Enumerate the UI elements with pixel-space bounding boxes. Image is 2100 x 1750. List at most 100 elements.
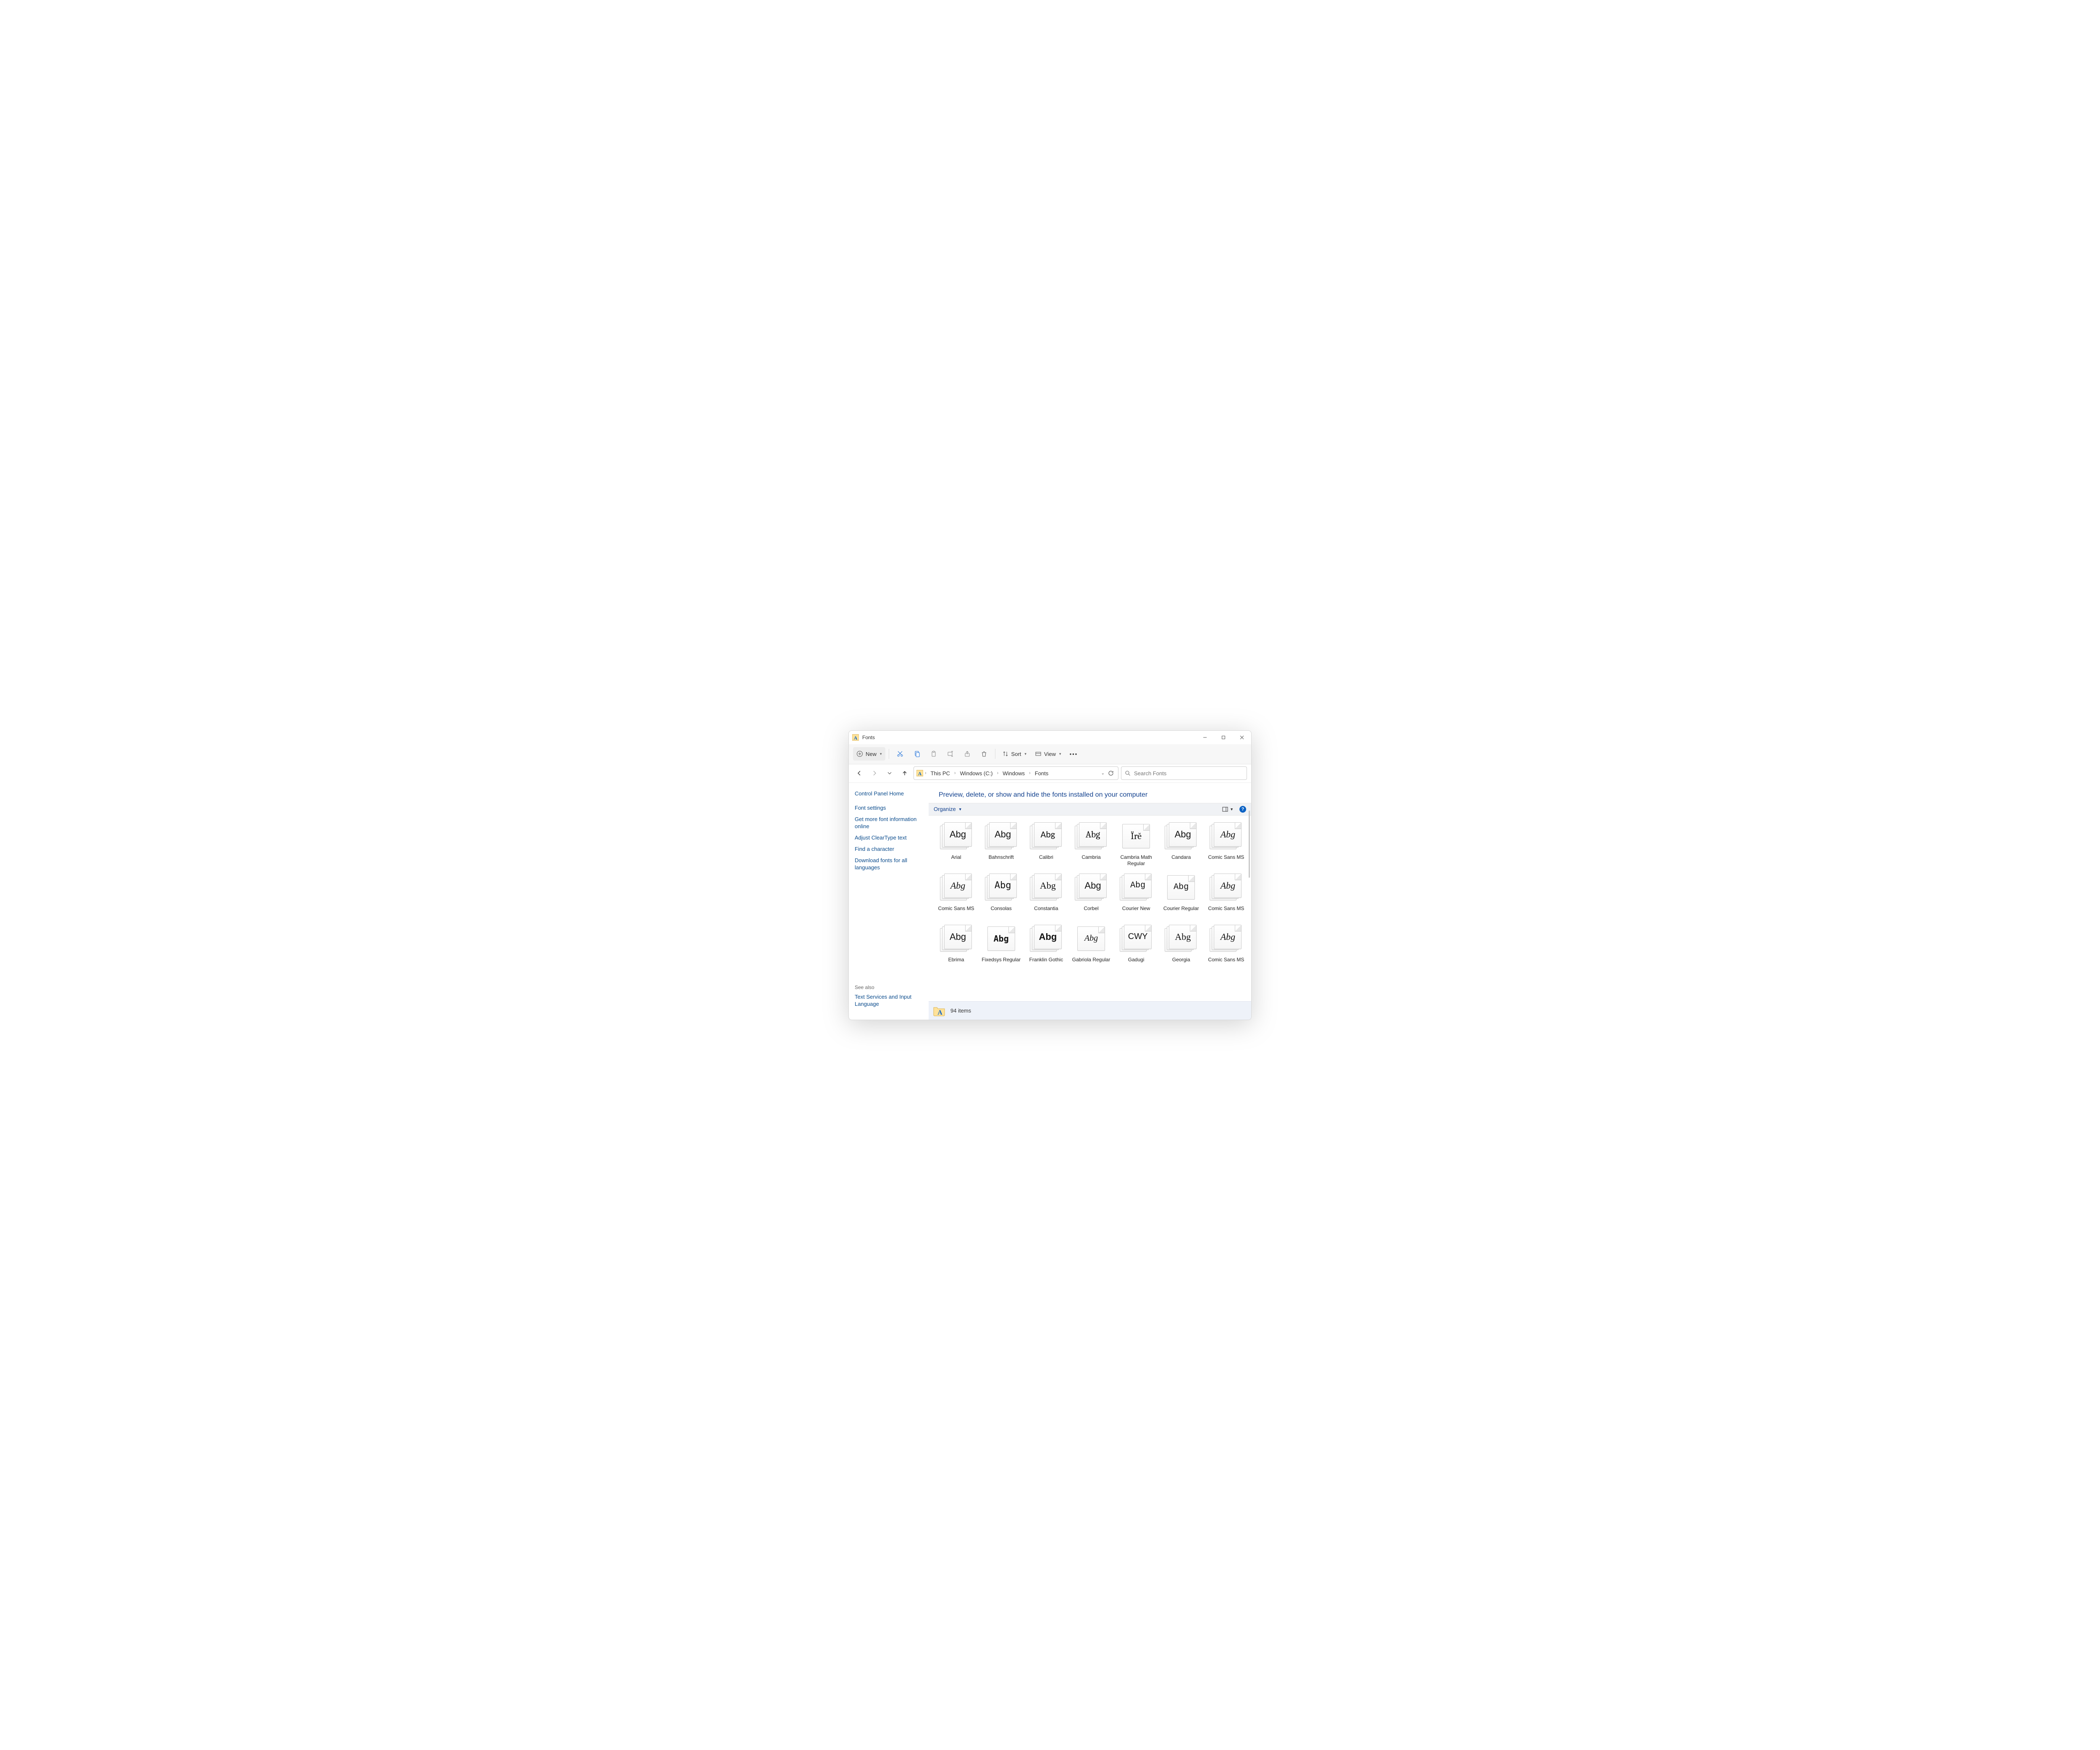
see-also-heading: See also [855, 984, 923, 990]
font-item[interactable]: AbgBahnschrift [979, 821, 1023, 868]
chevron-down-icon[interactable]: ⌄ [1101, 771, 1105, 776]
font-grid-scroll[interactable]: AbgArialAbgBahnschriftAbgCalibriAbgCambr… [929, 816, 1251, 1001]
share-button[interactable] [960, 747, 975, 761]
font-item[interactable]: AbgCambria [1069, 821, 1113, 868]
font-item[interactable]: AbgGabriola Regular [1069, 923, 1113, 971]
close-button[interactable] [1233, 731, 1251, 744]
refresh-icon[interactable] [1108, 770, 1114, 776]
font-name-label: Courier New [1116, 905, 1156, 918]
font-item[interactable]: AbgConstantia [1024, 872, 1068, 920]
window-title: Fonts [862, 735, 875, 740]
sidebar-link[interactable]: Font settings [855, 805, 923, 812]
font-sample: Abg [1130, 881, 1145, 890]
sort-button[interactable]: Sort ▾ [999, 747, 1030, 761]
font-sample: Abg [1084, 880, 1101, 891]
organize-button[interactable]: Organize ▼ [934, 806, 962, 812]
breadcrumb-segment[interactable]: This PC [928, 769, 953, 778]
font-item[interactable]: Abg Corbel [1069, 872, 1113, 920]
recent-locations-button[interactable] [883, 767, 896, 779]
delete-button[interactable] [976, 747, 992, 761]
font-file-icon: Abg [985, 874, 1018, 904]
up-button[interactable] [898, 767, 911, 779]
see-also-link[interactable]: Text Services and Input Language [855, 994, 923, 1008]
font-item[interactable]: AbgComic Sans MS [1205, 821, 1248, 868]
navigation-row: A › This PC› Windows (C:)› Windows› Font… [849, 764, 1251, 783]
font-item[interactable]: AbgCourier Regular [1160, 872, 1203, 920]
paste-button[interactable] [926, 747, 941, 761]
view-button[interactable]: View ▾ [1032, 747, 1064, 761]
breadcrumb-segment[interactable]: Windows (C:) [958, 769, 995, 778]
view-icon [1035, 750, 1042, 757]
copy-button[interactable] [909, 747, 924, 761]
address-bar[interactable]: A › This PC› Windows (C:)› Windows› Font… [914, 766, 1118, 780]
font-name-label: Cambria [1071, 854, 1111, 867]
font-item[interactable]: AbgArial [934, 821, 978, 868]
page-heading: Preview, delete, or show and hide the fo… [929, 783, 1251, 803]
preview-pane-toggle[interactable]: ▼ [1222, 806, 1234, 812]
font-name-label: Comic Sans MS [1206, 905, 1246, 918]
font-sample: Ïrĕ [1131, 831, 1142, 842]
font-sample: CWY [1128, 932, 1148, 942]
breadcrumb-segment[interactable]: Windows [1000, 769, 1027, 778]
back-button[interactable] [853, 767, 866, 779]
vertical-scrollbar[interactable] [1249, 811, 1250, 1005]
font-file-icon: Abg [1120, 874, 1152, 904]
font-item[interactable]: AbgEbrima [934, 923, 978, 971]
forward-button[interactable] [868, 767, 881, 779]
maximize-button[interactable] [1214, 731, 1233, 744]
font-sample: Abg [1039, 931, 1057, 942]
font-item[interactable]: AbgComic Sans MS [934, 872, 978, 920]
font-item[interactable]: ÏrĕCambria Math Regular [1115, 821, 1158, 868]
font-item[interactable]: AbgFranklin Gothic [1024, 923, 1068, 971]
font-item[interactable]: AbgCandara [1160, 821, 1203, 868]
new-label: New [866, 751, 877, 757]
font-sample: Abg [1175, 931, 1191, 942]
sidebar-link[interactable]: Adjust ClearType text [855, 834, 923, 842]
search-input[interactable] [1134, 770, 1243, 777]
rename-icon [947, 750, 954, 757]
font-item[interactable]: Abg Comic Sans MS [1205, 872, 1248, 920]
font-file-icon: Abg [985, 822, 1018, 853]
cut-button[interactable] [892, 747, 908, 761]
sidebar-link[interactable]: Get more font information online [855, 816, 923, 830]
font-name-label: Comic Sans MS [1206, 957, 1246, 969]
font-file-icon: Abg [1165, 925, 1197, 955]
font-item[interactable]: AbgConsolas [979, 872, 1023, 920]
plus-circle-icon [856, 750, 863, 757]
font-item[interactable]: Abg Georgia [1160, 923, 1203, 971]
font-name-label: Calibri [1026, 854, 1066, 867]
sidebar-link[interactable]: Find a character [855, 846, 923, 853]
font-item[interactable]: Abg Courier New [1115, 872, 1158, 920]
new-button[interactable]: New ▾ [853, 747, 885, 761]
font-sample: Abg [1221, 880, 1235, 891]
sidebar-link[interactable]: Download fonts for all languages [855, 857, 923, 871]
font-item[interactable]: Abg Comic Sans MS [1205, 923, 1248, 971]
font-name-label: Georgia [1161, 957, 1201, 969]
search-box[interactable] [1121, 766, 1247, 780]
font-item[interactable]: AbgFixedsys Regular [979, 923, 1023, 971]
help-button[interactable]: ? [1239, 806, 1246, 813]
font-name-label: Comic Sans MS [1206, 854, 1246, 867]
rename-button[interactable] [943, 747, 958, 761]
scissors-icon [897, 750, 903, 757]
font-file-icon: Abg [940, 822, 973, 853]
font-sample: Abg [950, 931, 966, 942]
font-item[interactable]: CWYGadugi [1115, 923, 1158, 971]
svg-text:A: A [937, 1009, 942, 1016]
minimize-button[interactable] [1196, 731, 1214, 744]
chevron-down-icon: ▾ [1059, 752, 1061, 756]
font-name-label: Corbel [1071, 905, 1111, 918]
control-panel-home-link[interactable]: Control Panel Home [855, 790, 923, 798]
font-item[interactable]: AbgCalibri [1024, 821, 1068, 868]
font-name-label: Fixedsys Regular [981, 957, 1021, 969]
more-button[interactable]: ••• [1066, 747, 1081, 761]
font-file-icon: Abg [1210, 925, 1242, 955]
svg-text:A: A [854, 735, 858, 741]
font-file-icon: Abg [1210, 822, 1242, 853]
breadcrumb-segment[interactable]: Fonts [1032, 769, 1051, 778]
side-panel: Control Panel Home Font settings Get mor… [849, 783, 929, 1020]
share-icon [964, 750, 971, 757]
sort-icon [1002, 750, 1009, 757]
chevron-down-icon: ▾ [1024, 752, 1026, 756]
font-file-icon: Abg [1210, 874, 1242, 904]
